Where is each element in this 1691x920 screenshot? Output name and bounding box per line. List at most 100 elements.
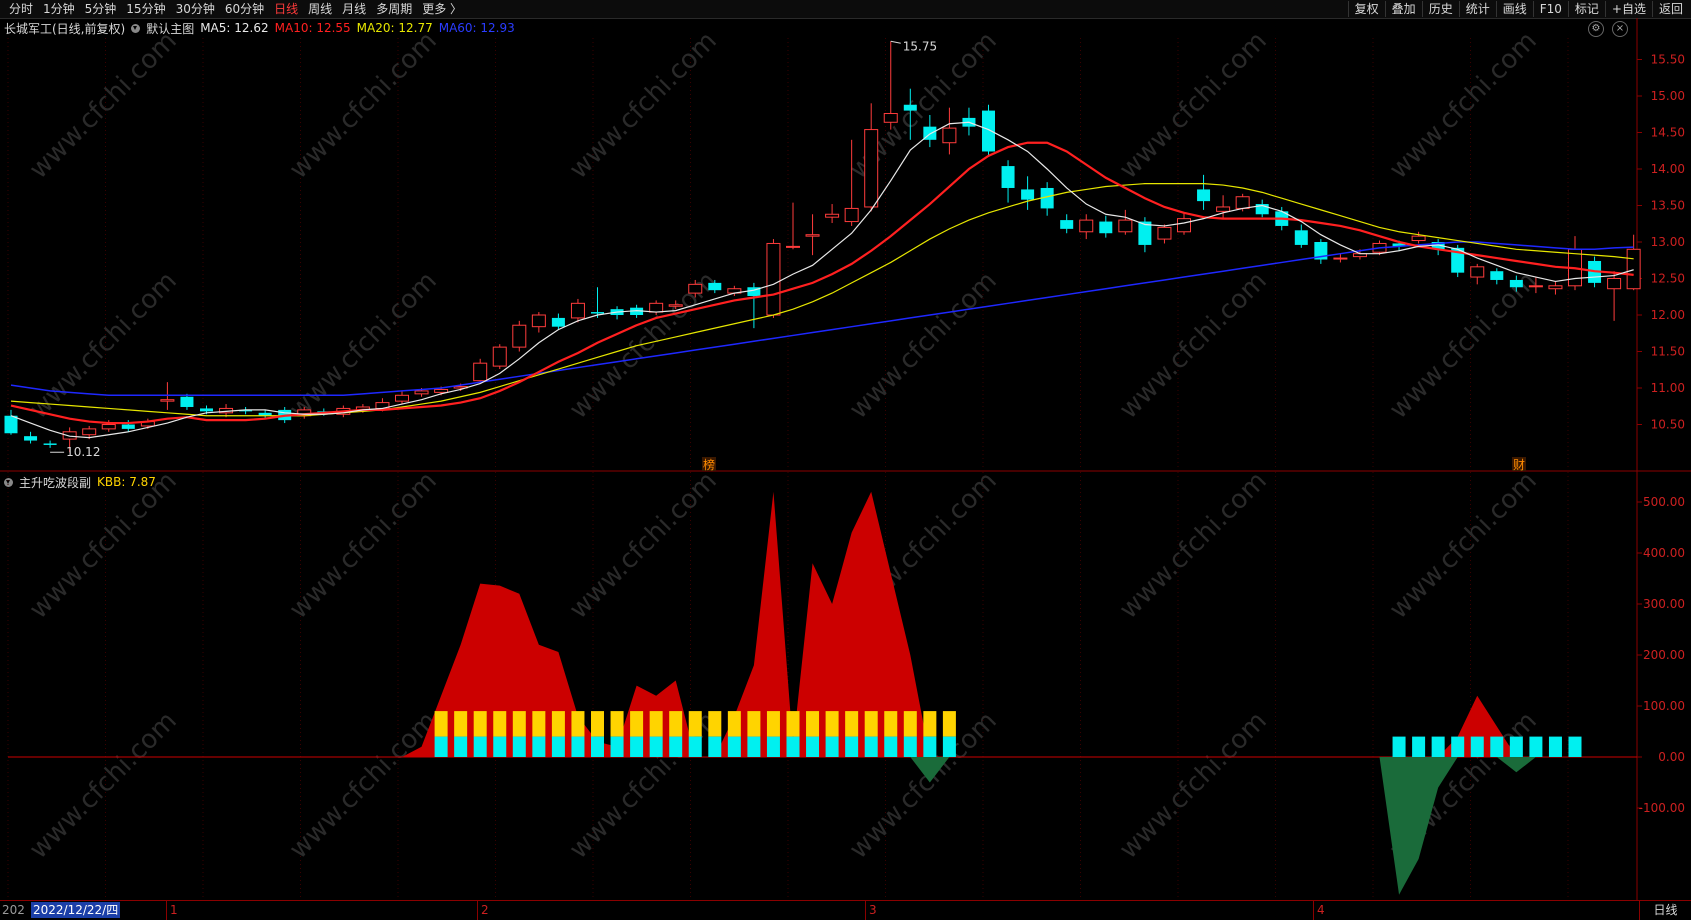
kline-chart[interactable]: 15.50 15.00 14.50 14.00 13.50 13.00 12.50 12.00… <box>0 0 1691 900</box>
candle-body-up <box>492 346 507 367</box>
watermark: www.cfchi.com <box>284 26 443 185</box>
candle-body-down <box>1099 221 1113 234</box>
signal-bar-top <box>493 711 507 737</box>
candle-body-up <box>414 390 429 395</box>
ma20-line <box>10 183 1634 417</box>
signal-bar-bottom <box>434 736 448 757</box>
watermark: www.cfchi.com <box>1384 466 1543 625</box>
signal-bar-bottom <box>1412 736 1426 757</box>
month-mark: 3 <box>869 903 877 917</box>
signal-bar-bottom <box>845 736 859 757</box>
candle-body-up <box>1216 206 1231 212</box>
watermark: www.cfchi.com <box>284 466 443 625</box>
candle-body-up <box>883 113 898 123</box>
candle-body-up <box>825 213 840 218</box>
time-axis-bar: 202 2022/12/22/四 1 2 3 4 日线 <box>0 900 1691 920</box>
candle-body-up <box>1235 196 1250 209</box>
signal-bar-top <box>747 711 761 737</box>
signal-bar-top <box>786 711 800 737</box>
watermark: www.cfchi.com <box>564 26 723 185</box>
signal-bar-top <box>766 711 780 737</box>
watermark: www.cfchi.com <box>1114 706 1273 865</box>
signal-bar-top <box>630 711 644 737</box>
signal-bar-bottom <box>610 736 624 757</box>
candle-body-down <box>121 424 135 429</box>
signal-bar-bottom <box>1470 736 1484 757</box>
signal-bar-top <box>473 711 487 737</box>
signal-bar-bottom <box>493 736 507 757</box>
candle-body-down <box>200 408 213 412</box>
candle-body-up <box>942 127 957 144</box>
watermark: www.cfchi.com <box>24 706 183 865</box>
signal-bar-top <box>864 711 878 737</box>
signal-bar-top <box>591 711 604 737</box>
candle-body-down <box>982 110 995 152</box>
signal-bar-top <box>884 711 898 737</box>
price-tick-label: 13.50 <box>1651 199 1685 213</box>
price-tick-label: 13.00 <box>1651 235 1685 249</box>
signal-bar-bottom <box>766 736 780 757</box>
candle-body-up <box>688 283 703 294</box>
candle-body-up <box>805 234 820 237</box>
signal-bar-bottom <box>1431 736 1445 757</box>
signal-bar-top <box>845 711 859 737</box>
signal-bar-top <box>571 711 585 737</box>
signal-bar-bottom <box>1509 736 1523 757</box>
candle-body-down <box>1021 189 1035 200</box>
signal-bar-bottom <box>1392 736 1406 757</box>
signal-bar-bottom <box>786 736 800 757</box>
signal-bar-bottom <box>1451 736 1465 757</box>
signal-bar-bottom <box>864 736 878 757</box>
candle-body-up <box>1607 278 1622 290</box>
candle-body-up <box>864 129 879 208</box>
ma60-line <box>10 241 1634 397</box>
candle-body-up <box>1157 226 1172 240</box>
watermark: www.cfchi.com <box>844 266 1003 425</box>
date-prefix: 202 <box>2 903 25 917</box>
signal-bar-top <box>688 711 702 737</box>
price-tick-label: 12.00 <box>1651 308 1685 322</box>
negative-area <box>11 757 1634 895</box>
sub-tick-label: -100.00 <box>1639 801 1685 815</box>
candle-body-down <box>1294 230 1308 245</box>
event-marker: 财 <box>1513 458 1525 472</box>
signal-bar-bottom <box>551 736 565 757</box>
candle-body-up <box>512 324 527 348</box>
signal-bar-top <box>454 711 468 737</box>
candle-body-up <box>395 394 409 402</box>
candle-body-up <box>844 207 859 223</box>
signal-bar-bottom <box>454 736 468 757</box>
candle-body-down <box>24 436 38 441</box>
signal-bar-bottom <box>903 736 917 757</box>
candle-body-down <box>591 312 604 314</box>
high-marker-line <box>890 40 901 44</box>
candle-body-up <box>101 424 116 430</box>
price-tick-label: 15.00 <box>1651 89 1685 103</box>
period-button[interactable]: 日线 <box>1639 901 1691 920</box>
candle-body-down <box>1001 166 1015 188</box>
main-gridlines <box>7 38 1569 900</box>
sub-tick-label: 200.00 <box>1643 648 1685 662</box>
watermark: www.cfchi.com <box>1114 466 1273 625</box>
signal-bar-bottom <box>942 736 956 757</box>
candle-body-down <box>708 282 722 291</box>
candle-body-up <box>1470 266 1485 278</box>
sub-tick-label: 400.00 <box>1643 546 1685 560</box>
signal-bar-bottom <box>591 736 604 757</box>
signal-bar-bottom <box>512 736 526 757</box>
signal-bar-top <box>708 711 722 737</box>
signal-bar-top <box>649 711 663 737</box>
signal-bar-bottom <box>825 736 839 757</box>
signal-bar-top <box>825 711 839 737</box>
price-tick-label: 12.50 <box>1651 272 1685 286</box>
watermark: www.cfchi.com <box>24 466 183 625</box>
signal-bar-top <box>727 711 741 737</box>
candle-body-up <box>473 362 488 382</box>
signal-bar-bottom <box>688 736 702 757</box>
candle-body-up <box>160 399 175 402</box>
signal-bar-top <box>942 711 956 737</box>
candle-body-up <box>766 242 781 316</box>
price-tick-label: 11.00 <box>1651 381 1685 395</box>
event-marker: 榜 <box>703 457 715 472</box>
candle-body-up <box>1177 218 1191 233</box>
